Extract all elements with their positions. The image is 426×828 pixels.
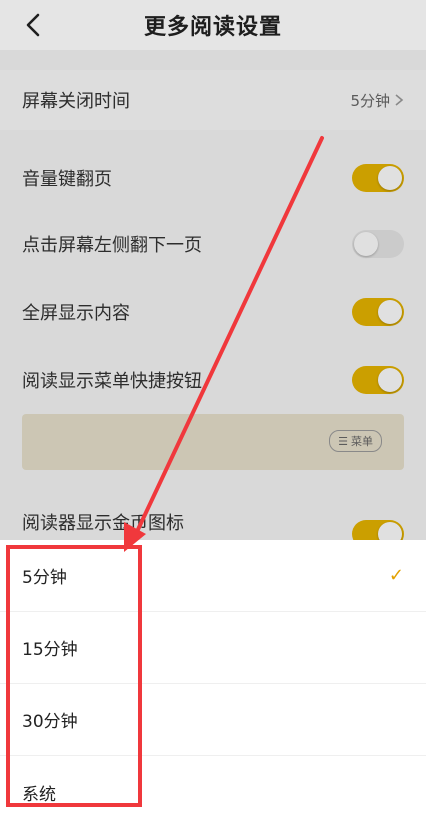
- volume-flip-label: 音量键翻页: [22, 169, 112, 190]
- page-title: 更多阅读设置: [143, 15, 282, 40]
- back-button[interactable]: [18, 10, 48, 40]
- fullscreen-label: 全屏显示内容: [22, 303, 130, 324]
- chevron-right-icon: [395, 94, 404, 106]
- toggle-knob: [378, 166, 402, 190]
- option-30-minutes[interactable]: 30分钟: [0, 684, 426, 756]
- coin-icon-label: 阅读器显示金币图标: [22, 513, 184, 534]
- volume-flip-toggle[interactable]: [352, 164, 404, 192]
- menu-shortcut-label: 阅读显示菜单快捷按钮: [22, 371, 202, 392]
- chevron-left-icon: [26, 13, 40, 37]
- screen-off-time-value-group: 5分钟: [350, 90, 404, 111]
- tap-left-label: 点击屏幕左侧翻下一页: [22, 235, 202, 256]
- volume-flip-row: 音量键翻页: [0, 150, 426, 206]
- tap-left-toggle[interactable]: [352, 230, 404, 258]
- menu-preview-card: ☰ 菜单: [22, 414, 404, 470]
- screen-off-time-value: 5分钟: [350, 91, 390, 110]
- toggle-knob: [378, 368, 402, 392]
- menu-chip: ☰ 菜单: [329, 430, 382, 452]
- menu-lines-icon: ☰: [338, 434, 348, 448]
- option-label: 5分钟: [22, 568, 67, 588]
- fullscreen-row: 全屏显示内容: [0, 284, 426, 340]
- header-bar: 更多阅读设置: [0, 0, 426, 50]
- tap-left-row: 点击屏幕左侧翻下一页: [0, 216, 426, 272]
- option-label: 15分钟: [22, 640, 78, 660]
- screen-off-time-row[interactable]: 屏幕关闭时间 5分钟: [0, 70, 426, 130]
- menu-shortcut-row: 阅读显示菜单快捷按钮: [0, 352, 426, 408]
- option-label: 系统: [22, 784, 56, 805]
- option-15-minutes[interactable]: 15分钟: [0, 612, 426, 684]
- option-label: 30分钟: [22, 712, 78, 732]
- coin-icon-row: 阅读器显示金币图标: [0, 502, 426, 548]
- options-sheet: 5分钟 ✓ 15分钟 30分钟 系统: [0, 540, 426, 815]
- check-icon: ✓: [388, 565, 404, 586]
- toggle-knob: [378, 300, 402, 324]
- option-system[interactable]: 系统: [0, 756, 426, 828]
- screen-off-time-label: 屏幕关闭时间: [22, 91, 130, 112]
- fullscreen-toggle[interactable]: [352, 298, 404, 326]
- menu-chip-label: 菜单: [351, 435, 373, 448]
- menu-shortcut-toggle[interactable]: [352, 366, 404, 394]
- option-5-minutes[interactable]: 5分钟 ✓: [0, 540, 426, 612]
- toggle-knob: [354, 232, 378, 256]
